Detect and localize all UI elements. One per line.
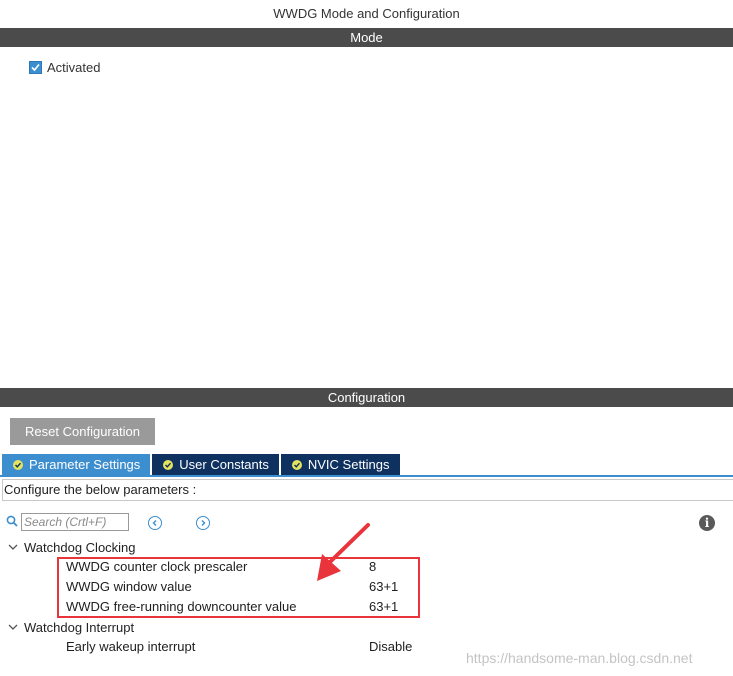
tab-label: User Constants bbox=[179, 457, 269, 472]
chevron-down-icon[interactable] bbox=[8, 624, 20, 631]
chevron-left-icon bbox=[152, 520, 157, 526]
param-name: WWDG free-running downcounter value bbox=[66, 599, 297, 614]
param-row[interactable]: WWDG free-running downcounter value 63+1 bbox=[66, 597, 466, 617]
check-circle-icon bbox=[163, 459, 174, 470]
chevron-down-icon[interactable] bbox=[8, 544, 20, 551]
activated-label: Activated bbox=[47, 60, 101, 75]
tab-underline bbox=[0, 475, 733, 477]
param-name: WWDG window value bbox=[66, 579, 192, 594]
reset-configuration-button[interactable]: Reset Configuration bbox=[10, 418, 155, 445]
search-previous-button[interactable] bbox=[148, 516, 162, 530]
tab-label: Parameter Settings bbox=[29, 457, 141, 472]
tab-user-constants[interactable]: User Constants bbox=[152, 454, 279, 475]
activated-checkbox-row[interactable]: Activated bbox=[29, 60, 100, 75]
group-watchdog-interrupt[interactable]: Watchdog Interrupt bbox=[8, 618, 134, 636]
check-circle-icon bbox=[13, 459, 23, 470]
config-tabs: Parameter Settings User Constants NVIC S… bbox=[2, 454, 402, 475]
search-area bbox=[6, 513, 129, 531]
param-name: Early wakeup interrupt bbox=[66, 639, 196, 654]
group-label: Watchdog Interrupt bbox=[24, 619, 135, 635]
tab-label: NVIC Settings bbox=[307, 457, 390, 472]
watermark: https://handsome-man.blog.csdn.net bbox=[466, 650, 693, 666]
group-watchdog-clocking[interactable]: Watchdog Clocking bbox=[8, 538, 136, 556]
tab-parameter-settings[interactable]: Parameter Settings bbox=[2, 454, 151, 475]
search-icon bbox=[6, 515, 18, 530]
param-value[interactable]: 63+1 bbox=[369, 597, 398, 617]
param-value[interactable]: 63+1 bbox=[369, 577, 398, 597]
check-circle-icon bbox=[291, 459, 302, 470]
configure-hint: Configure the below parameters : bbox=[2, 479, 733, 501]
arrow-annotation-icon bbox=[317, 523, 370, 581]
param-value[interactable]: Disable bbox=[369, 637, 412, 657]
group-label: Watchdog Clocking bbox=[24, 539, 136, 555]
mode-header: Mode bbox=[0, 28, 733, 47]
param-name: WWDG counter clock prescaler bbox=[66, 559, 248, 574]
param-row[interactable]: Early wakeup interrupt Disable bbox=[66, 637, 466, 657]
search-next-button[interactable] bbox=[196, 516, 210, 530]
search-input[interactable] bbox=[21, 513, 129, 531]
info-icon[interactable]: i bbox=[699, 515, 715, 531]
chevron-right-icon bbox=[201, 520, 206, 526]
checkbox-checked-icon[interactable] bbox=[29, 61, 42, 74]
param-row[interactable]: WWDG window value 63+1 bbox=[66, 577, 466, 597]
window-title: WWDG Mode and Configuration bbox=[273, 6, 460, 21]
param-row[interactable]: WWDG counter clock prescaler 8 bbox=[66, 557, 466, 577]
configuration-header: Configuration bbox=[0, 388, 733, 407]
tab-nvic-settings[interactable]: NVIC Settings bbox=[280, 454, 400, 475]
